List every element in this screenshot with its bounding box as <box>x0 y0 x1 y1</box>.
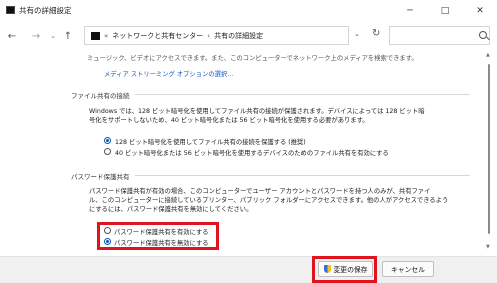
maximize-button[interactable]: □ <box>428 0 462 22</box>
address-dropdown-icon[interactable]: ⌄ <box>354 30 360 38</box>
breadcrumb-advanced-sharing[interactable]: 共有の詳細設定 <box>214 31 263 41</box>
password-on-radio[interactable] <box>104 227 111 234</box>
password-off-label[interactable]: パスワード保護共有を無効にする <box>114 238 209 247</box>
password-off-radio[interactable] <box>104 238 111 245</box>
breadcrumb-overflow[interactable]: « <box>104 32 108 40</box>
back-arrow-icon[interactable]: ← <box>4 28 20 44</box>
save-changes-button[interactable]: 変更の保存 <box>318 261 373 277</box>
scroll-down-icon[interactable]: ▼ <box>486 244 490 250</box>
scrollbar-thumb[interactable] <box>488 64 490 234</box>
forward-arrow-icon[interactable]: → <box>28 28 44 44</box>
title-bar: 共有の詳細設定 ─ □ ✕ <box>0 0 497 22</box>
save-changes-label: 変更の保存 <box>333 266 368 274</box>
section-divider <box>135 94 470 95</box>
media-streaming-link[interactable]: メディア ストリーミング オプションの選択... <box>104 69 233 78</box>
control-panel-icon <box>91 31 100 40</box>
password-sharing-header: パスワード保護共有 <box>71 173 130 181</box>
search-icon <box>479 31 487 39</box>
refresh-icon[interactable]: ↻ <box>372 28 380 39</box>
password-description-3: にするには、パスワード保護共有を無効にしてください。 <box>89 206 253 213</box>
breadcrumb-network-center[interactable]: ネットワークと共有センター <box>112 31 203 41</box>
file-sharing-header: ファイル共有の接続 <box>71 92 130 100</box>
encryption-128-label[interactable]: 128 ビット暗号化を使用してファイル共有の接続を保護する (推奨) <box>115 137 306 146</box>
breadcrumb-separator-icon[interactable]: › <box>207 32 210 40</box>
file-sharing-description-1: Windows では、128 ビット暗号化を使用してファイル共有の接続が保護され… <box>89 108 425 115</box>
address-bar[interactable]: « ネットワークと共有センター › 共有の詳細設定 <box>84 26 349 45</box>
minimize-button[interactable]: ─ <box>393 0 427 22</box>
password-description-2: ル、このコンピューターに接続しているプリンター、パブリック フォルダーにアクセス… <box>89 197 449 204</box>
settings-panel: ミュージック、ビデオにアクセスできます。また、このコンピューターでネットワーク上… <box>0 50 497 256</box>
navigation-bar: ← → ⌄ ↑ « ネットワークと共有センター › 共有の詳細設定 ⌄ ↻ <box>0 22 497 50</box>
uac-shield-icon <box>323 265 331 273</box>
encryption-128-radio[interactable] <box>104 137 111 144</box>
up-arrow-icon[interactable]: ↑ <box>60 28 76 44</box>
search-input[interactable] <box>389 26 490 45</box>
recent-locations-icon[interactable]: ⌄ <box>45 28 61 44</box>
app-icon <box>6 6 15 14</box>
encryption-40-56-label[interactable]: 40 ビット暗号化または 56 ビット暗号化を使用するデバイスのためのファイル共… <box>115 148 389 157</box>
encryption-40-56-radio[interactable] <box>104 148 111 155</box>
file-sharing-description-2: 号化をサポートしないため、40 ビット暗号化または 56 ビット暗号化を使用する… <box>89 117 369 124</box>
password-on-label[interactable]: パスワード保護共有を有効にする <box>114 227 209 236</box>
cancel-button[interactable]: キャンセル <box>382 261 434 277</box>
media-description-text: ミュージック、ビデオにアクセスできます。また、このコンピューターでネットワーク上… <box>87 55 418 62</box>
close-button[interactable]: ✕ <box>463 0 497 22</box>
scroll-up-icon[interactable]: ▲ <box>486 52 490 58</box>
section-divider <box>135 175 470 176</box>
window-title: 共有の詳細設定 <box>19 6 72 15</box>
password-description-1: パスワード保護共有が有効の場合、このコンピューターでユーザー アカウントとパスワ… <box>89 188 431 195</box>
